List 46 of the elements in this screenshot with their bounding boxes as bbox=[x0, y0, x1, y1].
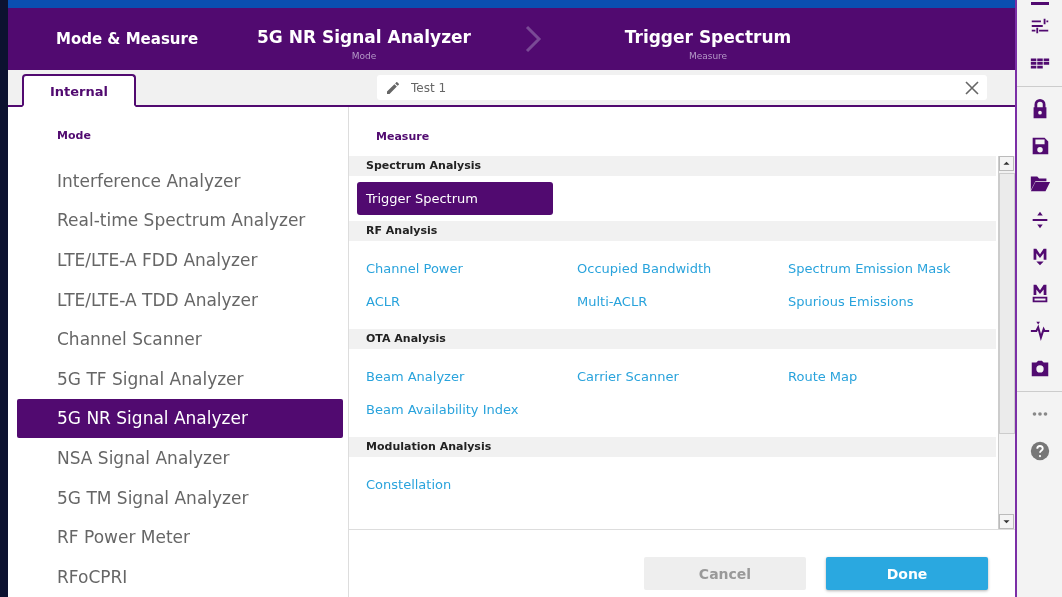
mode-item[interactable]: RFoCPRI bbox=[17, 556, 343, 597]
measurement-item[interactable]: Spurious Emissions bbox=[788, 285, 998, 318]
pulse-icon[interactable] bbox=[1028, 320, 1051, 342]
measurement-item[interactable]: Beam Availability Index bbox=[366, 393, 577, 426]
scroll-up-icon[interactable] bbox=[999, 156, 1014, 171]
mode-item[interactable]: RF Power Meter bbox=[17, 517, 343, 557]
measure-value: Trigger Spectrum bbox=[624, 27, 792, 47]
measurement-item[interactable]: Channel Power bbox=[366, 252, 577, 285]
name-field[interactable]: Test 1 bbox=[377, 75, 987, 100]
mode-item[interactable]: Real-time Spectrum Analyzer bbox=[17, 200, 343, 241]
text-input[interactable]: Test 1 bbox=[409, 79, 965, 96]
measurement-item[interactable]: Trigger Spectrum bbox=[357, 182, 553, 215]
measure-label: Measure bbox=[688, 51, 728, 61]
tab[interactable]: Internal bbox=[22, 74, 137, 107]
mode-item[interactable]: 5G TM Signal Analyzer bbox=[17, 477, 343, 518]
mode-item[interactable]: Interference Analyzer bbox=[17, 161, 343, 201]
measurement-item[interactable]: Multi-ACLR bbox=[577, 285, 788, 318]
section-header: OTA Analysis bbox=[349, 329, 996, 349]
section-header: Spectrum Analysis bbox=[349, 156, 996, 176]
mode-value: 5G NR Signal Analyzer bbox=[257, 27, 471, 47]
chevron-icon bbox=[523, 25, 543, 53]
section-header: RF Analysis bbox=[349, 221, 996, 241]
mode-item[interactable]: Channel Scanner bbox=[17, 319, 343, 359]
mode-label: Mode bbox=[351, 51, 377, 61]
measurement-item[interactable]: Beam Analyzer bbox=[366, 360, 577, 393]
dialog-title: Mode & Measure bbox=[55, 30, 200, 48]
measure-heading: Measure bbox=[375, 129, 431, 145]
measurement-item[interactable]: ACLR bbox=[366, 285, 577, 318]
menu-icon[interactable] bbox=[1028, 2, 1051, 8]
scroll-down-icon[interactable] bbox=[999, 514, 1014, 529]
mode-item[interactable]: 5G NR Signal Analyzer bbox=[17, 398, 343, 439]
measurement-item[interactable]: Route Map bbox=[788, 360, 998, 393]
mode-item[interactable]: 5G TF Signal Analyzer bbox=[17, 358, 343, 399]
measurement-item[interactable]: Occupied Bandwidth bbox=[577, 252, 788, 285]
section-header: Modulation Analysis bbox=[349, 437, 996, 457]
pencil-icon bbox=[385, 79, 401, 96]
mode-item[interactable]: NSA Signal Analyzer bbox=[17, 438, 343, 478]
mode-item[interactable]: LTE/LTE-A TDD Analyzer bbox=[17, 279, 343, 320]
measurement-item[interactable]: Carrier Scanner bbox=[577, 360, 788, 393]
help-icon[interactable] bbox=[1028, 440, 1051, 462]
mode-item[interactable]: LTE/LTE-A FDD Analyzer bbox=[17, 240, 343, 280]
scrollbar[interactable] bbox=[998, 156, 1015, 529]
measurement-item[interactable]: Spectrum Emission Mask bbox=[788, 252, 998, 285]
close-icon[interactable] bbox=[965, 80, 979, 95]
measurement-item[interactable]: Constellation bbox=[366, 468, 577, 501]
mode-heading: Mode bbox=[56, 129, 92, 144]
